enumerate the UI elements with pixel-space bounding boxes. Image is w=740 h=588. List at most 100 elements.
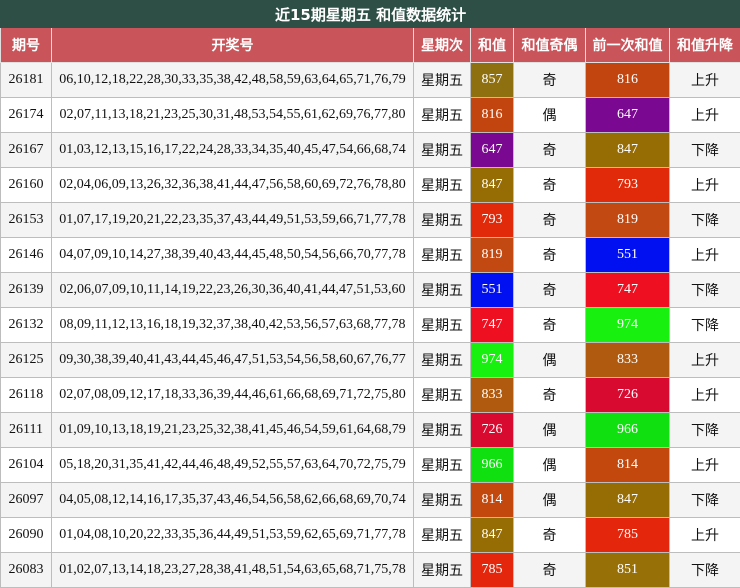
prev-sum-cell: 814 bbox=[586, 448, 670, 483]
table-row: 2615301,07,17,19,20,21,22,23,35,37,43,44… bbox=[1, 203, 740, 238]
prev-sum-cell: 851 bbox=[586, 553, 670, 588]
numbers-cell: 02,07,11,13,18,21,23,25,30,31,48,53,54,5… bbox=[52, 98, 414, 133]
issue-cell: 26104 bbox=[1, 448, 52, 483]
trend-cell: 下降 bbox=[670, 273, 740, 308]
sum-cell: 847 bbox=[471, 168, 514, 203]
sum-cell: 647 bbox=[471, 133, 514, 168]
numbers-cell: 04,07,09,10,14,27,38,39,40,43,44,45,48,5… bbox=[52, 238, 414, 273]
parity-cell: 奇 bbox=[514, 378, 586, 413]
trend-cell: 下降 bbox=[670, 413, 740, 448]
numbers-cell: 01,03,12,13,15,16,17,22,24,28,33,34,35,4… bbox=[52, 133, 414, 168]
sum-stats-table: 近15期星期五 和值数据统计 期号 开奖号 星期次 和值 和值奇偶 前一次和值 … bbox=[0, 0, 740, 588]
sum-cell: 814 bbox=[471, 483, 514, 518]
prev-sum-cell: 726 bbox=[586, 378, 670, 413]
sum-cell: 833 bbox=[471, 378, 514, 413]
header-numbers: 开奖号 bbox=[52, 28, 414, 63]
parity-cell: 偶 bbox=[514, 413, 586, 448]
prev-sum-cell: 747 bbox=[586, 273, 670, 308]
parity-cell: 奇 bbox=[514, 168, 586, 203]
table-row: 2613208,09,11,12,13,16,18,19,32,37,38,40… bbox=[1, 308, 740, 343]
numbers-cell: 08,09,11,12,13,16,18,19,32,37,38,40,42,5… bbox=[52, 308, 414, 343]
sum-cell: 551 bbox=[471, 273, 514, 308]
parity-cell: 奇 bbox=[514, 553, 586, 588]
trend-cell: 下降 bbox=[670, 553, 740, 588]
weekday-cell: 星期五 bbox=[414, 308, 471, 343]
header-prev-sum: 前一次和值 bbox=[586, 28, 670, 63]
table-row: 2610405,18,20,31,35,41,42,44,46,48,49,52… bbox=[1, 448, 740, 483]
table-row: 2618106,10,12,18,22,28,30,33,35,38,42,48… bbox=[1, 63, 740, 98]
weekday-cell: 星期五 bbox=[414, 413, 471, 448]
prev-sum-cell: 819 bbox=[586, 203, 670, 238]
trend-cell: 上升 bbox=[670, 448, 740, 483]
prev-sum-cell: 847 bbox=[586, 483, 670, 518]
weekday-cell: 星期五 bbox=[414, 63, 471, 98]
issue-cell: 26160 bbox=[1, 168, 52, 203]
table-row: 2611101,09,10,13,18,19,21,23,25,32,38,41… bbox=[1, 413, 740, 448]
trend-cell: 上升 bbox=[670, 378, 740, 413]
weekday-cell: 星期五 bbox=[414, 133, 471, 168]
parity-cell: 偶 bbox=[514, 343, 586, 378]
numbers-cell: 01,09,10,13,18,19,21,23,25,32,38,41,45,4… bbox=[52, 413, 414, 448]
header-parity: 和值奇偶 bbox=[514, 28, 586, 63]
table-body: 2618106,10,12,18,22,28,30,33,35,38,42,48… bbox=[1, 63, 740, 588]
table-row: 2608301,02,07,13,14,18,23,27,28,38,41,48… bbox=[1, 553, 740, 588]
table-row: 2616002,04,06,09,13,26,32,36,38,41,44,47… bbox=[1, 168, 740, 203]
prev-sum-cell: 647 bbox=[586, 98, 670, 133]
prev-sum-cell: 966 bbox=[586, 413, 670, 448]
header-row: 期号 开奖号 星期次 和值 和值奇偶 前一次和值 和值升降 bbox=[1, 28, 740, 63]
trend-cell: 上升 bbox=[670, 238, 740, 273]
numbers-cell: 02,04,06,09,13,26,32,36,38,41,44,47,56,5… bbox=[52, 168, 414, 203]
weekday-cell: 星期五 bbox=[414, 343, 471, 378]
prev-sum-cell: 847 bbox=[586, 133, 670, 168]
title-row: 近15期星期五 和值数据统计 bbox=[1, 1, 740, 28]
table-row: 2616701,03,12,13,15,16,17,22,24,28,33,34… bbox=[1, 133, 740, 168]
issue-cell: 26118 bbox=[1, 378, 52, 413]
sum-cell: 966 bbox=[471, 448, 514, 483]
weekday-cell: 星期五 bbox=[414, 378, 471, 413]
sum-cell: 726 bbox=[471, 413, 514, 448]
numbers-cell: 05,18,20,31,35,41,42,44,46,48,49,52,55,5… bbox=[52, 448, 414, 483]
prev-sum-cell: 974 bbox=[586, 308, 670, 343]
numbers-cell: 01,07,17,19,20,21,22,23,35,37,43,44,49,5… bbox=[52, 203, 414, 238]
parity-cell: 奇 bbox=[514, 308, 586, 343]
sum-cell: 847 bbox=[471, 518, 514, 553]
prev-sum-cell: 785 bbox=[586, 518, 670, 553]
header-trend: 和值升降 bbox=[670, 28, 740, 63]
parity-cell: 奇 bbox=[514, 63, 586, 98]
table-row: 2614604,07,09,10,14,27,38,39,40,43,44,45… bbox=[1, 238, 740, 273]
numbers-cell: 06,10,12,18,22,28,30,33,35,38,42,48,58,5… bbox=[52, 63, 414, 98]
table-row: 2611802,07,08,09,12,17,18,33,36,39,44,46… bbox=[1, 378, 740, 413]
issue-cell: 26125 bbox=[1, 343, 52, 378]
trend-cell: 下降 bbox=[670, 133, 740, 168]
table-title: 近15期星期五 和值数据统计 bbox=[1, 1, 740, 28]
weekday-cell: 星期五 bbox=[414, 168, 471, 203]
table-row: 2609001,04,08,10,20,22,33,35,36,44,49,51… bbox=[1, 518, 740, 553]
parity-cell: 奇 bbox=[514, 273, 586, 308]
parity-cell: 偶 bbox=[514, 483, 586, 518]
header-weekday: 星期次 bbox=[414, 28, 471, 63]
numbers-cell: 04,05,08,12,14,16,17,35,37,43,46,54,56,5… bbox=[52, 483, 414, 518]
issue-cell: 26167 bbox=[1, 133, 52, 168]
numbers-cell: 01,04,08,10,20,22,33,35,36,44,49,51,53,5… bbox=[52, 518, 414, 553]
sum-cell: 974 bbox=[471, 343, 514, 378]
issue-cell: 26153 bbox=[1, 203, 52, 238]
header-issue: 期号 bbox=[1, 28, 52, 63]
trend-cell: 上升 bbox=[670, 98, 740, 133]
weekday-cell: 星期五 bbox=[414, 483, 471, 518]
sum-cell: 747 bbox=[471, 308, 514, 343]
weekday-cell: 星期五 bbox=[414, 203, 471, 238]
parity-cell: 偶 bbox=[514, 448, 586, 483]
issue-cell: 26111 bbox=[1, 413, 52, 448]
trend-cell: 上升 bbox=[670, 168, 740, 203]
weekday-cell: 星期五 bbox=[414, 273, 471, 308]
weekday-cell: 星期五 bbox=[414, 448, 471, 483]
issue-cell: 26097 bbox=[1, 483, 52, 518]
parity-cell: 奇 bbox=[514, 518, 586, 553]
sum-cell: 816 bbox=[471, 98, 514, 133]
parity-cell: 奇 bbox=[514, 133, 586, 168]
table-row: 2612509,30,38,39,40,41,43,44,45,46,47,51… bbox=[1, 343, 740, 378]
sum-cell: 857 bbox=[471, 63, 514, 98]
weekday-cell: 星期五 bbox=[414, 518, 471, 553]
trend-cell: 上升 bbox=[670, 518, 740, 553]
numbers-cell: 02,06,07,09,10,11,14,19,22,23,26,30,36,4… bbox=[52, 273, 414, 308]
